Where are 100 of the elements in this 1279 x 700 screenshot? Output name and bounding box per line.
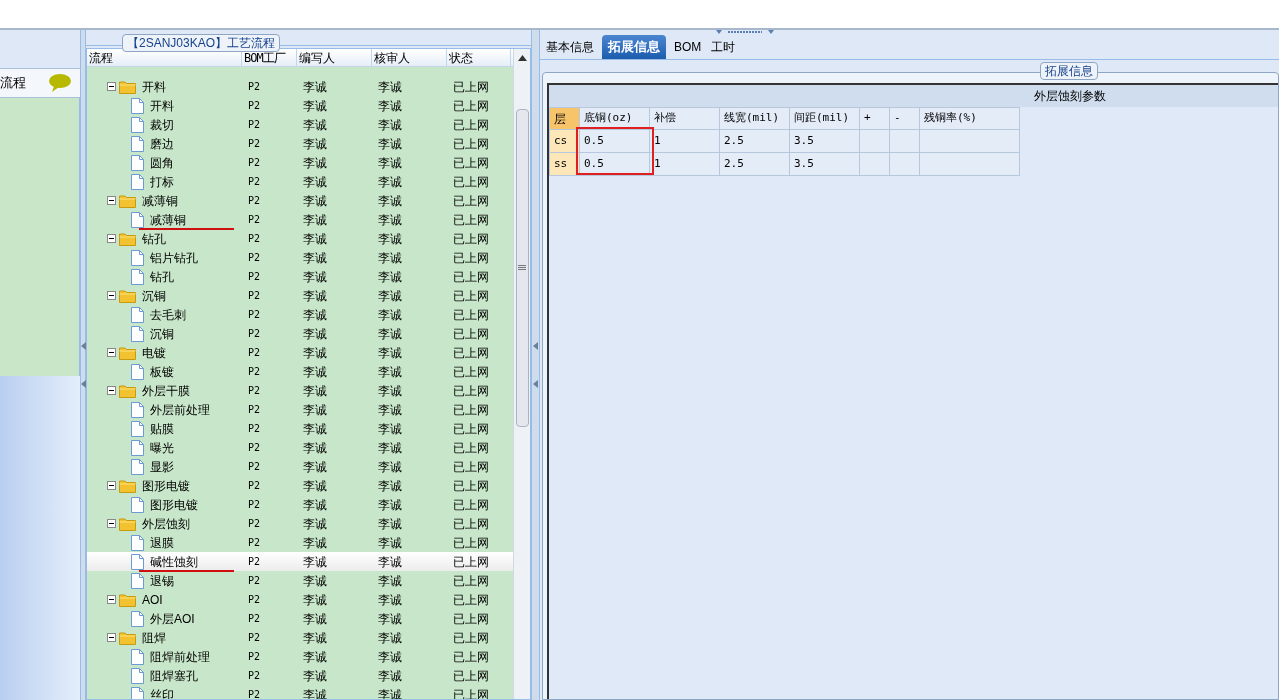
tab[interactable]: 基本信息 (544, 35, 596, 59)
tree-row[interactable]: 减薄铜 P2 李诚 李诚 已上网 (87, 210, 513, 229)
tree-row[interactable]: 贴膜 P2 李诚 李诚 已上网 (87, 419, 513, 438)
tree-row[interactable]: 沉铜 P2 李诚 李诚 已上网 (87, 324, 513, 343)
scrollbar-thumb[interactable] (515, 109, 529, 427)
tree-row[interactable]: 阻焊前处理 P2 李诚 李诚 已上网 (87, 647, 513, 666)
tree-row[interactable]: 阻焊塞孔 P2 李诚 李诚 已上网 (87, 666, 513, 685)
tree-row[interactable]: 外层蚀刻 P2 李诚 李诚 已上网 (87, 514, 513, 533)
tree-row[interactable]: 曝光 P2 李诚 李诚 已上网 (87, 438, 513, 457)
document-icon (131, 420, 144, 437)
tree-row[interactable]: 板镀 P2 李诚 李诚 已上网 (87, 362, 513, 381)
collapse-arrow-icon[interactable] (80, 380, 86, 388)
tree-row[interactable]: 开料 P2 李诚 李诚 已上网 (87, 96, 513, 115)
folder-icon (119, 592, 136, 607)
collapse-toggle-icon[interactable] (107, 348, 116, 357)
table-cell-text: 已上网 (452, 344, 490, 362)
collapse-arrow-icon[interactable] (533, 380, 538, 388)
tree-row[interactable]: 裁切 P2 李诚 李诚 已上网 (87, 115, 513, 134)
column-header[interactable]: 流程 (87, 49, 242, 66)
tab[interactable]: 拓展信息 (602, 35, 666, 59)
tree-row[interactable]: 减薄铜 P2 李诚 李诚 已上网 (87, 191, 513, 210)
tab[interactable]: BOM (672, 35, 704, 59)
tree-row[interactable]: 铝片钻孔 P2 李诚 李诚 已上网 (87, 248, 513, 267)
table-cell-text: 李诚 (302, 553, 328, 571)
tree-row[interactable]: 开料 P2 李诚 李诚 已上网 (87, 77, 513, 96)
tree-row[interactable]: 圆角 P2 李诚 李诚 已上网 (87, 153, 513, 172)
table-cell-text: 李诚 (377, 477, 403, 495)
tree-row[interactable]: AOI P2 李诚 李诚 已上网 (87, 590, 513, 609)
tree-row[interactable]: 磨边 P2 李诚 李诚 已上网 (87, 134, 513, 153)
table-cell-text: 已上网 (452, 192, 490, 210)
table-cell-text: P2 (247, 498, 262, 512)
tree-row[interactable]: 去毛刺 P2 李诚 李诚 已上网 (87, 305, 513, 324)
document-icon (131, 610, 144, 627)
tree-row[interactable]: 外层干膜 P2 李诚 李诚 已上网 (87, 381, 513, 400)
folder-icon (119, 383, 136, 398)
table-cell-text: 已上网 (452, 211, 490, 229)
table-cell-text: 李诚 (377, 382, 403, 400)
collapse-toggle-icon[interactable] (107, 196, 116, 205)
tree-label: 板镀 (150, 363, 174, 381)
collapse-toggle-icon[interactable] (107, 519, 116, 528)
collapse-arrow-icon[interactable] (533, 342, 538, 350)
table-cell-text: 李诚 (302, 496, 328, 514)
collapse-arrow-icon[interactable] (80, 342, 86, 350)
column-header[interactable]: BOM工厂 (242, 49, 297, 66)
table-cell-text: 李诚 (377, 116, 403, 134)
table-cell-text: 李诚 (377, 306, 403, 324)
tree-row[interactable]: 阻焊 P2 李诚 李诚 已上网 (87, 628, 513, 647)
table-cell-text: 已上网 (452, 268, 490, 286)
scroll-up-icon[interactable] (517, 55, 527, 61)
table-cell-text: 李诚 (302, 439, 328, 457)
collapse-toggle-icon[interactable] (107, 481, 116, 490)
folder-icon (119, 231, 136, 246)
tree-label: 曝光 (150, 439, 174, 457)
table-cell-text: 李诚 (377, 173, 403, 191)
collapse-toggle-icon[interactable] (107, 291, 116, 300)
table-cell-text: 李诚 (377, 496, 403, 514)
table-cell-text: 已上网 (452, 97, 490, 115)
collapse-toggle-icon[interactable] (107, 386, 116, 395)
table-cell-text: P2 (247, 669, 262, 683)
speech-bubble-icon (48, 73, 72, 93)
splitter-handle-icon[interactable] (716, 30, 776, 36)
document-icon (131, 496, 144, 513)
column-header[interactable]: 编写人 (297, 49, 372, 66)
tree-label: 裁切 (150, 116, 174, 134)
collapse-toggle-icon[interactable] (107, 82, 116, 91)
tree-row[interactable]: 电镀 P2 李诚 李诚 已上网 (87, 343, 513, 362)
tree-row[interactable]: 沉铜 P2 李诚 李诚 已上网 (87, 286, 513, 305)
table-cell-text: 李诚 (377, 135, 403, 153)
tree-label: 阻焊塞孔 (150, 667, 198, 685)
table-cell-text: 已上网 (452, 572, 490, 590)
tree-row[interactable]: 钻孔 P2 李诚 李诚 已上网 (87, 229, 513, 248)
collapse-toggle-icon[interactable] (107, 595, 116, 604)
table-cell-text: 李诚 (377, 591, 403, 609)
column-header[interactable]: 核审人 (372, 49, 447, 66)
tree-row[interactable]: 钻孔 P2 李诚 李诚 已上网 (87, 267, 513, 286)
table-cell-text: 已上网 (452, 325, 490, 343)
tree-label: 打标 (150, 173, 174, 191)
table-cell-text: 已上网 (452, 249, 490, 267)
tree-row[interactable]: 图形电镀 P2 李诚 李诚 已上网 (87, 476, 513, 495)
tree-row[interactable]: 碱性蚀刻 P2 李诚 李诚 已上网 (87, 552, 513, 571)
table-cell-text: P2 (247, 555, 262, 569)
tree-label: 图形电镀 (142, 477, 190, 495)
document-icon (131, 439, 144, 456)
tab[interactable]: 工时 (709, 35, 738, 59)
table-cell-text: 李诚 (302, 477, 328, 495)
tree-row[interactable]: 外层AOI P2 李诚 李诚 已上网 (87, 609, 513, 628)
column-header[interactable]: 状态 (447, 49, 511, 66)
tree-row[interactable]: 打标 P2 李诚 李诚 已上网 (87, 172, 513, 191)
table-cell-text: P2 (247, 612, 262, 626)
tree-row[interactable]: 图形电镀 P2 李诚 李诚 已上网 (87, 495, 513, 514)
tree-row[interactable]: 退锡 P2 李诚 李诚 已上网 (87, 571, 513, 590)
table-cell-text: 李诚 (302, 135, 328, 153)
collapse-toggle-icon[interactable] (107, 234, 116, 243)
table-cell-text: 已上网 (452, 553, 490, 571)
tree-row[interactable]: 外层前处理 P2 李诚 李诚 已上网 (87, 400, 513, 419)
section-title: 外层蚀刻参数 (549, 85, 1278, 107)
collapse-toggle-icon[interactable] (107, 633, 116, 642)
tree-row[interactable]: 显影 P2 李诚 李诚 已上网 (87, 457, 513, 476)
table-cell-text: 李诚 (377, 458, 403, 476)
tree-row[interactable]: 退膜 P2 李诚 李诚 已上网 (87, 533, 513, 552)
